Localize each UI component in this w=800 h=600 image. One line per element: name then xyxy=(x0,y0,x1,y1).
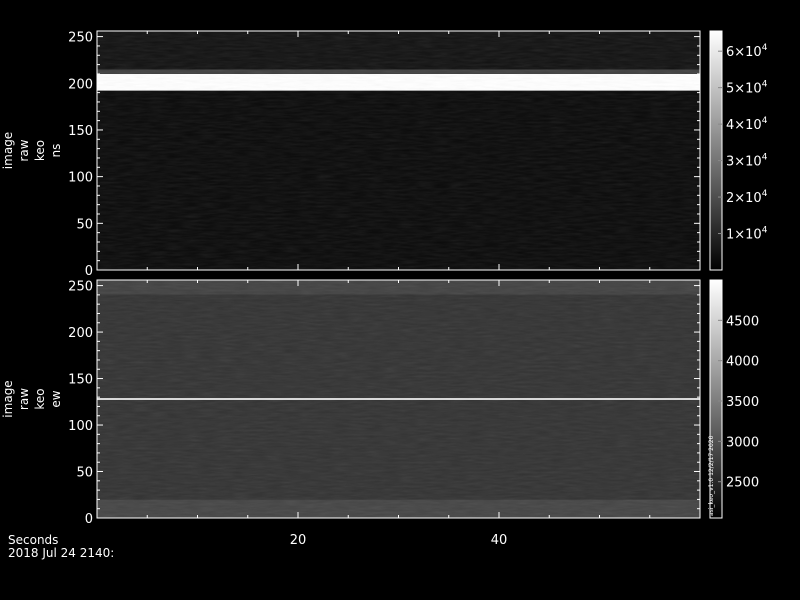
colorbar-tick-exponent: 4 xyxy=(762,189,768,199)
colorbar-tick-label: 6×104 xyxy=(726,43,768,60)
y-tick-label: 200 xyxy=(68,326,93,341)
y-tick-label: 100 xyxy=(68,419,93,434)
colorbar-tick-label: 3500 xyxy=(726,395,759,410)
y-axis-label-word: image xyxy=(1,132,15,169)
colorbar-tick-label: 4000 xyxy=(726,355,759,370)
x-tick-label: 40 xyxy=(491,533,508,548)
y-axis-label-word: raw xyxy=(17,388,31,410)
x-axis-title: Seconds xyxy=(8,533,58,547)
colorbar-tick-label: 3×104 xyxy=(726,153,768,170)
y-tick-label: 250 xyxy=(68,31,93,46)
y-tick-label: 250 xyxy=(68,280,93,295)
y-tick-label: 0 xyxy=(85,512,93,527)
y-axis-label-word: image xyxy=(1,380,15,417)
colorbar-tick-label: 5×104 xyxy=(726,80,768,97)
y-axis-label-word: keo xyxy=(33,388,47,409)
panel-keo-ns: 050100150200250image raw keo ns1×1042×1043×… xyxy=(1,30,768,279)
image-texture xyxy=(97,280,700,518)
y-axis-label-word: keo xyxy=(33,140,47,161)
date-label: 2018 Jul 24 2140: xyxy=(8,546,114,560)
colorbar-tick-mantissa: 2×10 xyxy=(726,191,762,206)
colorbar-tick-mantissa: 6×10 xyxy=(726,45,762,60)
colorbar-tick-label: 1×104 xyxy=(726,226,768,243)
keogram-figure: 050100150200250image raw keo ns1×1042×1043×… xyxy=(1,30,768,560)
y-tick-label: 100 xyxy=(68,171,93,186)
image-texture xyxy=(97,31,700,270)
panel-keo-ew: 0 50 100 150 200 250 20 40 image raw keo ew 2500 3000… xyxy=(1,279,759,548)
colorbar-tick-mantissa: 3×10 xyxy=(726,155,762,170)
colorbar-tick-exponent: 4 xyxy=(762,80,768,90)
colorbar-tick-exponent: 4 xyxy=(762,43,768,53)
colorbar-tick-label: 4×104 xyxy=(726,116,768,133)
y-tick-label: 50 xyxy=(76,466,93,481)
colorbar-tick-exponent: 4 xyxy=(762,116,768,126)
colorbar-tick-mantissa: 1×10 xyxy=(726,228,762,243)
colorbar-tick-label: 4500 xyxy=(726,314,759,329)
colorbar-tick-mantissa: 5×10 xyxy=(726,82,762,97)
y-tick-label: 0 xyxy=(85,264,93,279)
x-tick-label: 20 xyxy=(290,533,307,548)
y-axis-label-word: ns xyxy=(49,144,63,158)
colorbar-tick-label: 2×104 xyxy=(726,189,768,206)
colorbar-tick-label: 2500 xyxy=(726,476,759,491)
colorbar-tick-exponent: 4 xyxy=(762,226,768,236)
y-tick-label: 50 xyxy=(76,217,93,232)
y-tick-label: 150 xyxy=(68,124,93,139)
y-tick-label: 150 xyxy=(68,373,93,388)
y-axis-label-word: raw xyxy=(17,139,31,161)
colorbar-tick-label: 3000 xyxy=(726,435,759,450)
y-tick-label: 200 xyxy=(68,77,93,92)
colorbar-tick-exponent: 4 xyxy=(762,153,768,163)
colorbar-tick-mantissa: 4×10 xyxy=(726,118,762,133)
colorbar xyxy=(709,30,723,271)
y-axis-label-word: ew xyxy=(49,390,63,407)
side-annotation: asi_keo_v1.0 12/2/17 2020 xyxy=(708,435,715,516)
